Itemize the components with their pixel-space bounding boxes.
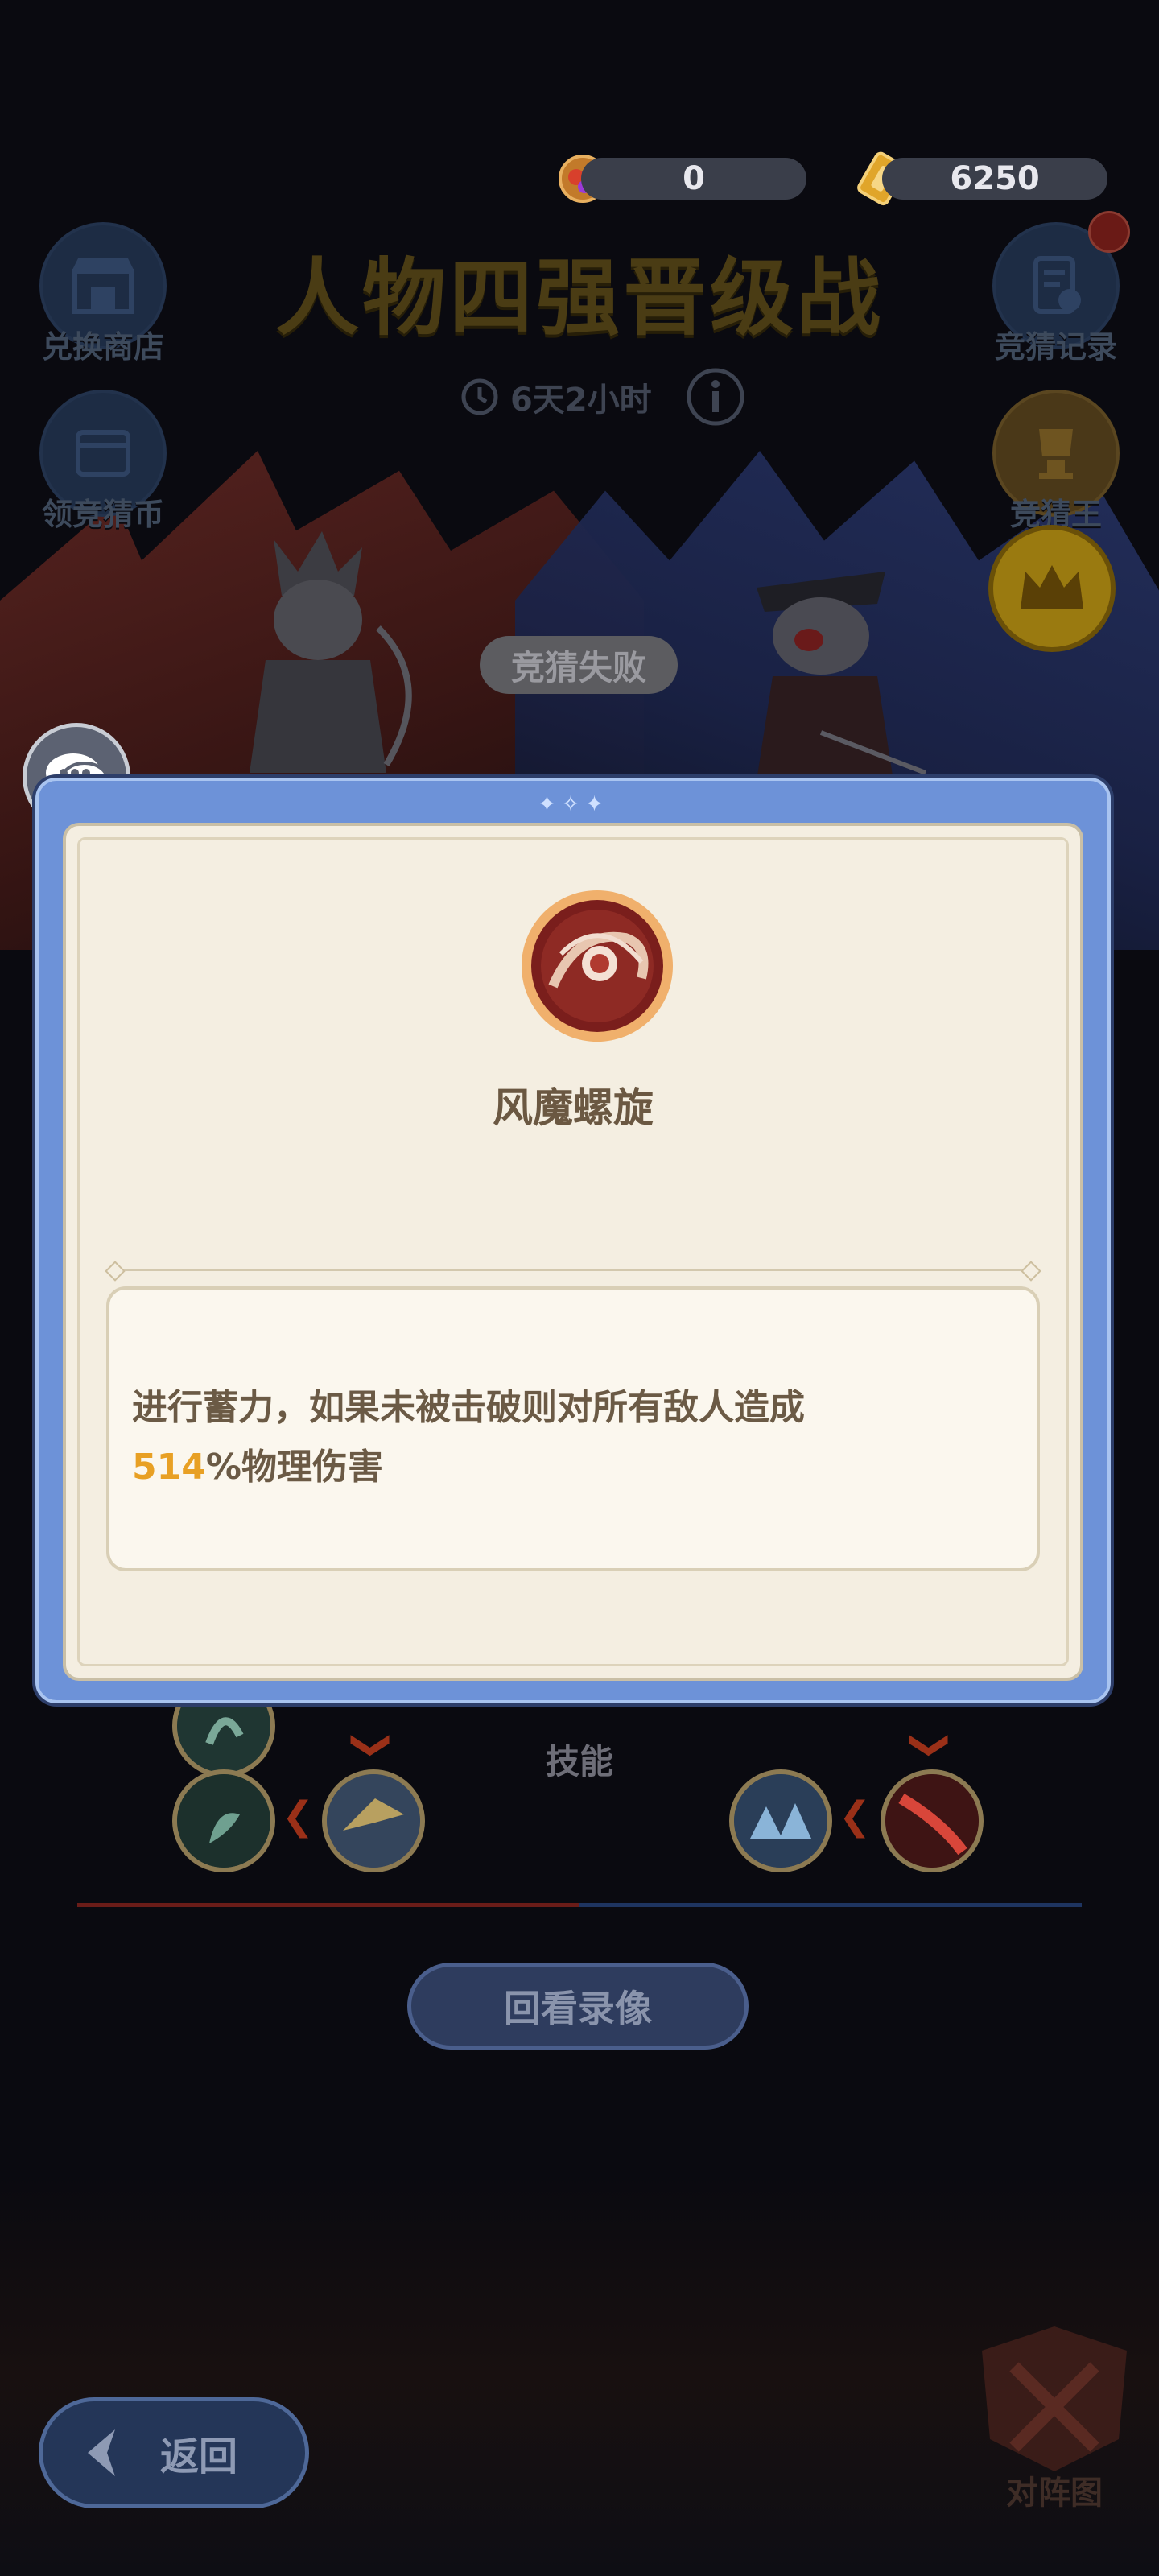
guess-king-button[interactable]: 竞猜王: [984, 390, 1128, 534]
guess-record-button[interactable]: 竞猜记录: [984, 211, 1130, 366]
skill-detail-modal: ✦✧✦ 风魔螺旋 进行蓄力，如果未被击破则对所有敌人造成 514%物理伤害: [35, 778, 1111, 1703]
back-arrow-icon: [88, 2429, 115, 2476]
back-button-label: 返回: [160, 2434, 238, 2479]
event-title: 人物四强晋级战: [274, 249, 884, 347]
timer-text: 6天2小时: [510, 382, 652, 419]
gem-balance-value: 0: [683, 160, 705, 197]
info-icon[interactable]: [686, 367, 745, 427]
skill-arrow-icon: ❮: [282, 1794, 315, 1839]
gem-balance: 0: [581, 158, 806, 200]
red-skill-down-arrow-icon: ❮: [344, 1728, 390, 1762]
blue-hero-figure: [757, 572, 927, 781]
modal-divider: [114, 1269, 1032, 1271]
ticket-balance-value: 6250: [950, 160, 1040, 197]
description-tail: %物理伤害: [205, 1447, 383, 1488]
replay-button-label: 回看录像: [504, 1987, 652, 2030]
lineup-button[interactable]: 对阵图: [958, 2318, 1151, 2512]
crossed-swords-icon: [982, 2326, 1127, 2471]
lineup-label: 对阵图: [1006, 2475, 1103, 2512]
red-skill-3-icon[interactable]: [172, 1769, 275, 1872]
blue-skill-down-arrow-icon: ❮: [903, 1728, 949, 1762]
blue-team-divider: [580, 1903, 1082, 1907]
skill-description: 进行蓄力，如果未被击破则对所有敌人造成 514%物理伤害: [106, 1286, 1040, 1571]
modal-panel: 风魔螺旋 进行蓄力，如果未被击破则对所有敌人造成 514%物理伤害: [63, 823, 1083, 1681]
replay-button[interactable]: 回看录像: [407, 1963, 749, 2050]
ticket-balance: 6250: [882, 158, 1107, 200]
back-button[interactable]: 返回: [39, 2397, 309, 2508]
guess-record-label: 竞猜记录: [994, 329, 1117, 365]
red-hero-figure: [250, 531, 412, 773]
exchange-shop-button[interactable]: 兑换商店: [31, 222, 175, 366]
blue-skill-2-icon[interactable]: [881, 1769, 984, 1872]
clock-icon: [461, 378, 498, 415]
description-line-1: 进行蓄力，如果未被击破则对所有敌人造成: [132, 1387, 805, 1428]
claim-rewards-label: 领竞猜币: [41, 497, 164, 532]
red-team-divider: [77, 1903, 580, 1907]
blue-skill-1-icon[interactable]: [729, 1769, 832, 1872]
red-skill-2-icon[interactable]: [322, 1769, 425, 1872]
modal-ornament-icon: ✦✧✦: [537, 791, 609, 817]
event-timer: 6天2小时: [459, 367, 745, 427]
skill-name: 风魔螺旋: [493, 1084, 654, 1131]
damage-percent-value: 514: [132, 1447, 206, 1488]
claim-rewards-button[interactable]: 领竞猜币: [31, 390, 175, 534]
wind-spiral-skill-icon: [522, 890, 673, 1042]
notification-dot: [1088, 211, 1130, 253]
skills-label: 技能: [545, 1742, 613, 1781]
skill-arrow-icon: ❮: [839, 1794, 872, 1839]
exchange-shop-label: 兑换商店: [41, 329, 164, 365]
description-line-2: 514%物理伤害: [132, 1438, 1014, 1497]
guess-result-badge: 竞猜失败: [480, 636, 678, 694]
crown-icon[interactable]: [988, 525, 1116, 652]
